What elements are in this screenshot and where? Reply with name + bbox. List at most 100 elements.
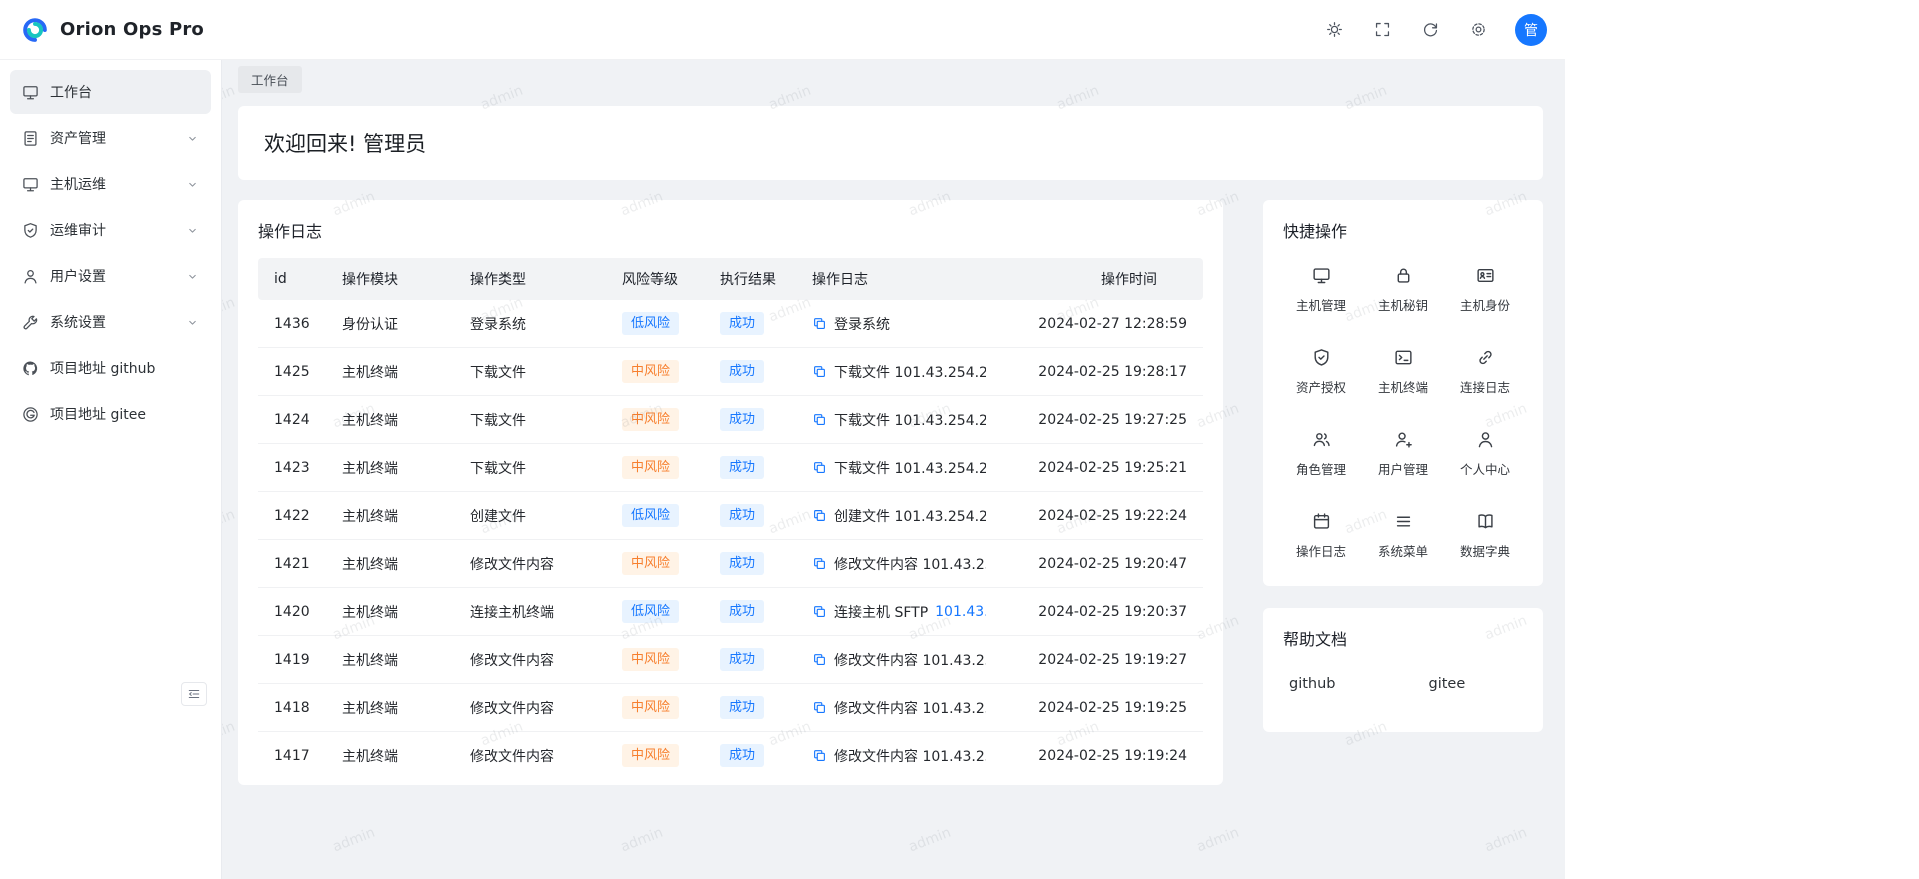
cell-type: 修改文件内容 [458,732,610,780]
help-link-gitee[interactable]: gitee [1429,676,1466,692]
table-row: 1418主机终端修改文件内容中风险成功修改文件内容 101.43.254.243… [258,684,1203,732]
gear-icon [1470,21,1487,38]
watermark-text: admin [331,825,378,856]
cell-module: 主机终端 [330,540,458,588]
log-text: 修改文件内容 101.43.254.243 ... [834,554,986,574]
risk-badge: 中风险 [622,456,679,479]
copy-icon[interactable] [812,700,827,715]
useradd-icon [1394,430,1413,449]
log-text: 连接主机 SFTP [834,602,928,622]
quick-action[interactable]: 资产授权 [1283,348,1359,396]
result-badge: 成功 [720,408,764,431]
app-title: Orion Ops Pro [60,19,204,40]
refresh-icon [1422,21,1439,38]
quick-action[interactable]: 数据字典 [1447,512,1523,560]
link-icon [1476,348,1495,367]
copy-icon[interactable] [812,652,827,667]
watermark-text: admin [1483,825,1530,856]
cell-type: 下载文件 [458,396,610,444]
sidebar-item-label: 工作台 [50,82,92,102]
cell-type: 修改文件内容 [458,540,610,588]
table-row: 1424主机终端下载文件中风险成功下载文件 101.43.254.243 /ro… [258,396,1203,444]
sidebar-item-gitee[interactable]: 项目地址 gitee [10,392,211,436]
cell-type: 登录系统 [458,300,610,348]
book-icon [1476,512,1495,531]
copy-icon[interactable] [812,364,827,379]
main-area: 工作台 欢迎回来! 管理员 操作日志 id操作模块操作类型风险等级 [222,60,1565,879]
quick-action-label: 个人中心 [1460,459,1510,478]
sidebar-collapse-button[interactable] [181,682,207,706]
copy-icon[interactable] [812,604,827,619]
result-badge: 成功 [720,600,764,623]
copy-icon[interactable] [812,508,827,523]
sidebar-item-user-settings[interactable]: 用户设置 [10,254,211,298]
sidebar: 工作台资产管理主机运维运维审计用户设置系统设置项目地址 github项目地址 g… [0,60,222,879]
cell-module: 主机终端 [330,444,458,492]
avatar[interactable]: 管 [1515,14,1547,46]
risk-badge: 低风险 [622,504,679,527]
quick-action[interactable]: 角色管理 [1283,430,1359,478]
help-links: github gitee [1283,676,1523,692]
idcard-icon [1476,266,1495,285]
log-text: 下载文件 101.43.254.243 [834,362,986,382]
chevron-down-icon [186,270,199,283]
copy-icon[interactable] [812,460,827,475]
chevron-down-icon [186,132,199,145]
quick-action-label: 用户管理 [1378,459,1428,478]
settings-button[interactable] [1461,13,1495,47]
watermark-text: admin [907,825,954,856]
welcome-title: 欢迎回来! 管理员 [264,128,1517,158]
help-link-github[interactable]: github [1289,676,1336,692]
monitor-icon [1312,266,1331,285]
quick-action-label: 操作日志 [1296,541,1346,560]
column-header: 风险等级 [610,258,708,300]
risk-badge: 中风险 [622,696,679,719]
chevron-down-icon [186,224,199,237]
quick-action[interactable]: 主机身份 [1447,266,1523,314]
header-actions: 管 [1317,13,1547,47]
user-icon [1476,430,1495,449]
log-text: 修改文件内容 101.43.254.243 ... [834,650,986,670]
quick-action[interactable]: 操作日志 [1283,512,1359,560]
fullscreen-button[interactable] [1365,13,1399,47]
sidebar-item-system-settings[interactable]: 系统设置 [10,300,211,344]
quick-action[interactable]: 主机终端 [1365,348,1441,396]
quick-action[interactable]: 个人中心 [1447,430,1523,478]
sidebar-item-workbench[interactable]: 工作台 [10,70,211,114]
doc-icon [22,130,39,147]
refresh-button[interactable] [1413,13,1447,47]
sidebar-item-assets[interactable]: 资产管理 [10,116,211,160]
shield-icon [1312,348,1331,367]
cell-time: 2024-02-25 19:19:24 [998,732,1203,780]
cell-id: 1425 [258,348,330,396]
sidebar-item-audit[interactable]: 运维审计 [10,208,211,252]
quick-action[interactable]: 系统菜单 [1365,512,1441,560]
copy-icon[interactable] [812,748,827,763]
cell-module: 主机终端 [330,588,458,636]
right-column: 快捷操作 主机管理主机秘钥主机身份资产授权主机终端连接日志角色管理用户管理个人中… [1263,200,1543,732]
tab-workbench[interactable]: 工作台 [238,66,302,93]
chevron-down-icon [186,316,199,329]
log-text: 下载文件 101.43.254.243 [834,458,986,478]
cell-id: 1424 [258,396,330,444]
copy-icon[interactable] [812,412,827,427]
cell-time: 2024-02-25 19:25:21 [998,444,1203,492]
app-logo-icon [20,15,50,45]
theme-toggle-button[interactable] [1317,13,1351,47]
cell-type: 修改文件内容 [458,636,610,684]
result-badge: 成功 [720,360,764,383]
quick-action[interactable]: 主机秘钥 [1365,266,1441,314]
log-link[interactable]: 101.43.254.243 [935,604,986,620]
sidebar-item-host-ops[interactable]: 主机运维 [10,162,211,206]
risk-badge: 中风险 [622,552,679,575]
sidebar-item-github[interactable]: 项目地址 github [10,346,211,390]
copy-icon[interactable] [812,556,827,571]
github-icon [22,360,39,377]
quick-action[interactable]: 用户管理 [1365,430,1441,478]
quick-action[interactable]: 连接日志 [1447,348,1523,396]
quick-action[interactable]: 主机管理 [1283,266,1359,314]
user-icon [22,268,39,285]
copy-icon[interactable] [812,316,827,331]
chevron-down-icon [186,178,199,191]
column-header: 操作模块 [330,258,458,300]
